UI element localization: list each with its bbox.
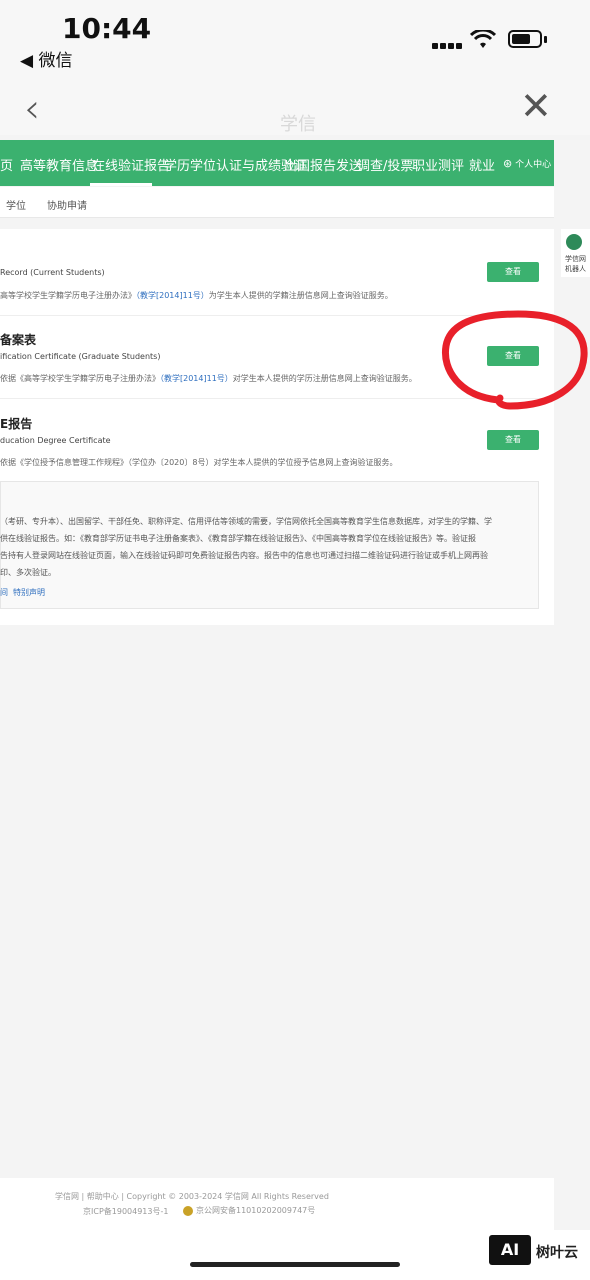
watermark-text: 树叶云	[536, 1245, 578, 1261]
wifi-icon	[469, 28, 497, 56]
notice-line-1: （考研、专升本）、出国留学、干部任免、职称评定、信用评估等领域的需要，学信网依托…	[0, 517, 492, 526]
report-desc-1-text: 高等学校学生学籍学历电子注册办法》	[0, 291, 136, 300]
robot-avatar-icon	[566, 234, 582, 250]
robot-label-1: 学信网	[565, 255, 586, 263]
report-desc-3: 依据《学位授予信息管理工作规程》（学位办〔2020〕8号）对学生本人提供的学位授…	[0, 457, 397, 468]
menu-item-higher-education[interactable]: 高等教育信息	[20, 155, 98, 174]
notice-line-4: 印、多次验证。	[0, 568, 56, 577]
report-desc-1: 高等学校学生学籍学历电子注册办法》（教学[2014]11号）为学生本人提供的学籍…	[0, 290, 393, 301]
personal-center-label: 个人中心	[515, 160, 552, 170]
footer-police[interactable]: 京公网安备11010202009747号	[183, 1205, 315, 1216]
footer-copyright: 学信网 | 帮助中心 | Copyright © 2003-2024 学信网 A…	[55, 1192, 329, 1201]
report-desc-1-link[interactable]: （教学[2014]11号）	[136, 291, 209, 300]
menu-item-career-test[interactable]: 职业测评	[412, 155, 464, 174]
active-menu-indicator	[90, 183, 152, 186]
sub-item-degree[interactable]: 学位	[6, 197, 26, 212]
main-menu: 页 高等教育信息 在线验证报告 学历学位认证与成绩验证 出国报告发送 调查/投票…	[0, 140, 554, 186]
notice-link-left[interactable]: 间	[0, 587, 8, 598]
page-footer	[0, 1178, 554, 1230]
notice-line-2: 供在线验证报告。如：《教育部学历证书电子注册备案表》、《教育部学籍在线验证报告》…	[0, 534, 476, 543]
menu-item-home[interactable]: 页	[0, 155, 13, 174]
menu-item-online-verification[interactable]: 在线验证报告	[92, 155, 170, 174]
battery-icon	[508, 30, 542, 48]
battery-tip	[544, 36, 547, 43]
footer-police-text: 京公网安备11010202009747号	[196, 1206, 316, 1215]
back-to-wechat-link[interactable]: ◀ 微信	[20, 46, 72, 71]
menu-item-survey[interactable]: 调查/投票	[357, 155, 413, 174]
report-desc-2-link[interactable]: （教学[2014]11号）	[160, 374, 233, 383]
notice-box	[0, 481, 539, 609]
user-icon: ⊛	[503, 157, 513, 170]
sub-item-assist-apply[interactable]: 协助申请	[47, 197, 87, 212]
cellular-signal-icon	[432, 34, 464, 53]
red-circle-annotation	[441, 310, 588, 410]
menu-item-overseas-report[interactable]: 出国报告发送	[284, 155, 362, 174]
view-button-3[interactable]: 查看	[487, 430, 539, 450]
report-title-3: E报告	[0, 417, 33, 431]
report-title-2: 备案表	[0, 333, 37, 347]
report-subtitle-1: Record (Current Students)	[0, 268, 105, 277]
menu-item-employment[interactable]: 就业	[469, 155, 495, 174]
watermark-logo: AI	[489, 1235, 531, 1265]
notice-line-3: 告持有人登录网站在线验证页面，输入在线验证码即可免费验证报告内容。报告中的信息也…	[0, 551, 488, 560]
back-chevron-icon[interactable]: ‹	[24, 86, 40, 132]
police-badge-icon	[183, 1205, 193, 1216]
report-desc-1-tail: 为学生本人提供的学籍注册信息网上查询验证服务。	[208, 291, 393, 300]
status-time: 10:44	[62, 12, 152, 45]
special-statement-link[interactable]: 特别声明	[13, 587, 45, 598]
report-desc-3-text: 依据《学位授予信息管理工作规程》（学位办〔2020〕8号）对学生本人提供的学位授…	[0, 458, 398, 467]
footer-icp[interactable]: 京ICP备19004913号-1	[83, 1206, 168, 1217]
robot-label-2: 机器人	[565, 265, 586, 273]
home-indicator[interactable]	[190, 1262, 400, 1267]
personal-center-link[interactable]: ⊛ 个人中心	[503, 157, 551, 170]
page-title: 学信	[280, 114, 316, 135]
view-button-1[interactable]: 查看	[487, 262, 539, 282]
report-subtitle-3: ducation Degree Certificate	[0, 436, 111, 445]
close-icon[interactable]: ✕	[520, 84, 552, 128]
sub-menu: 学位 协助申请	[0, 187, 554, 218]
report-subtitle-2: ification Certificate (Graduate Students…	[0, 352, 161, 361]
report-desc-2: 依据《高等学校学生学籍学历电子注册办法》（教学[2014]11号）对学生本人提供…	[0, 373, 417, 384]
report-desc-2-text: 依据《高等学校学生学籍学历电子注册办法》	[0, 374, 160, 383]
report-desc-2-tail: 对学生本人提供的学历注册信息网上查询验证服务。	[232, 374, 417, 383]
